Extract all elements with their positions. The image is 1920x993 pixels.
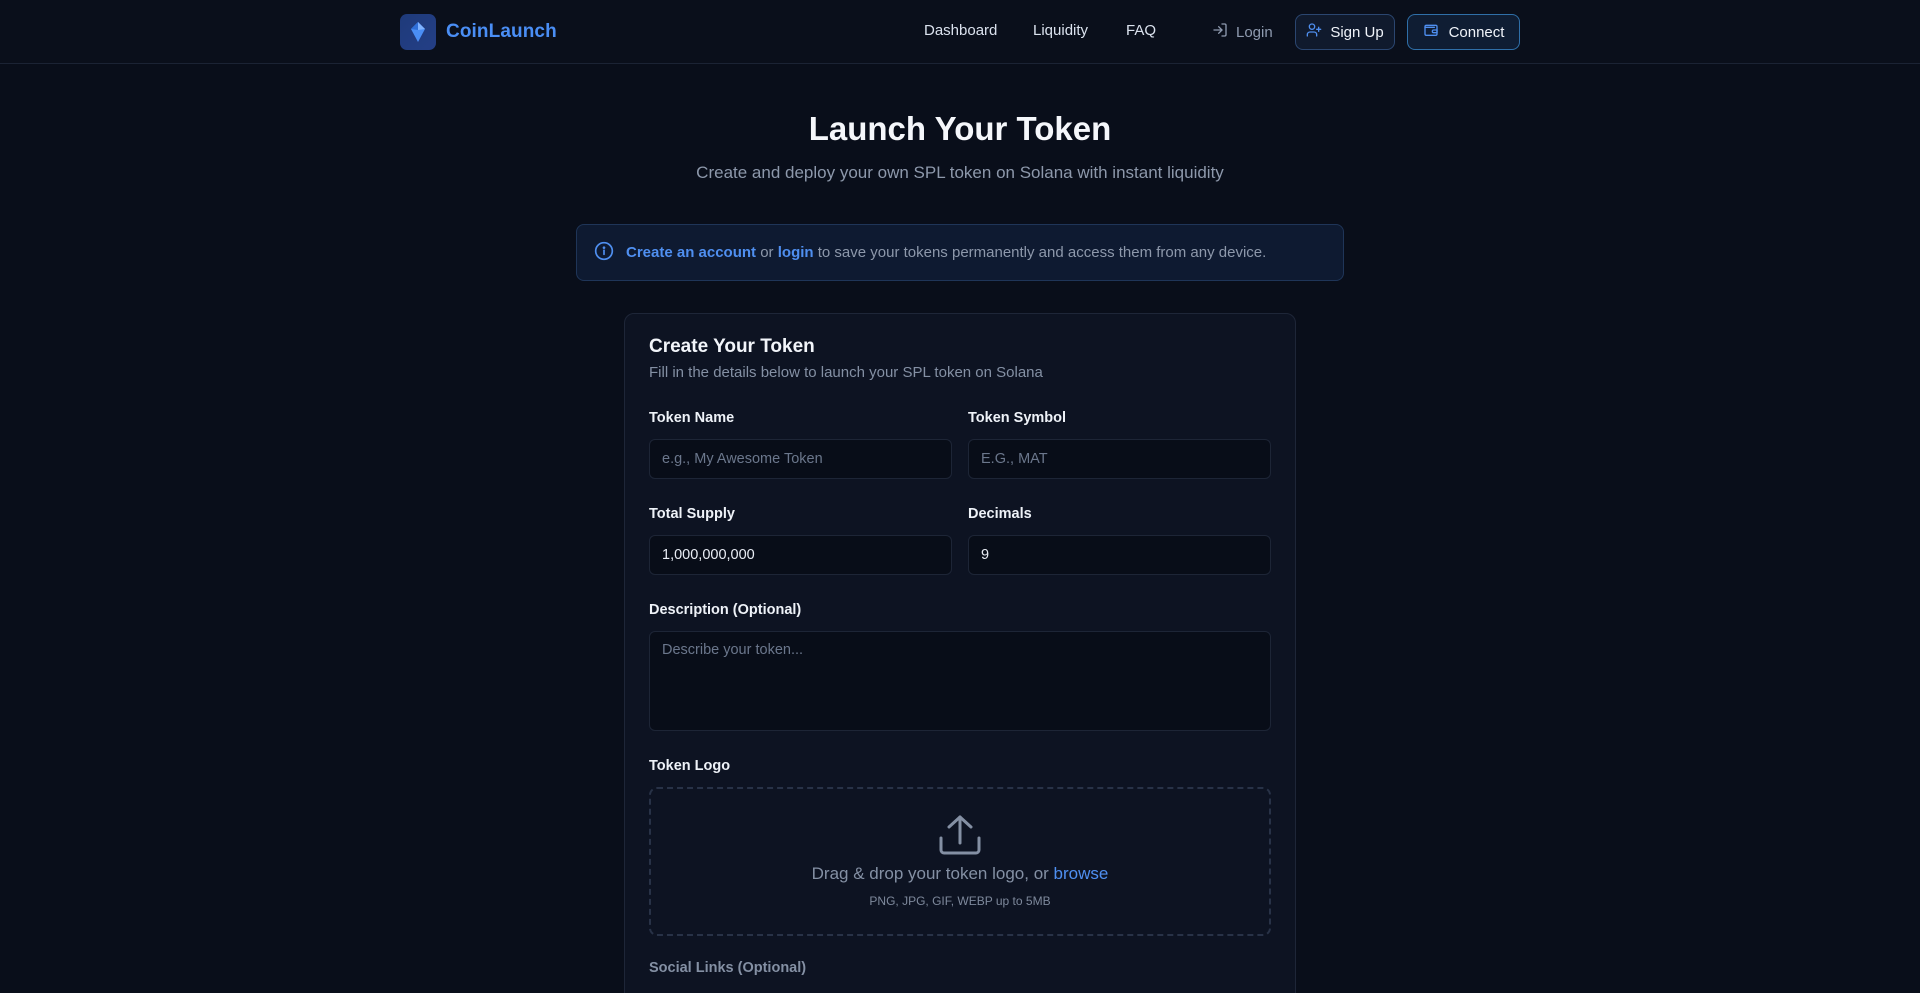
diamond-logo-icon — [400, 14, 436, 50]
notice-text: Create an account or login to save your … — [626, 244, 1266, 261]
connect-wallet-button[interactable]: Connect — [1407, 14, 1520, 50]
top-header: CoinLaunch Dashboard Liquidity FAQ Login… — [0, 0, 1920, 64]
notice-or: or — [760, 244, 774, 261]
token-symbol-input[interactable] — [968, 439, 1271, 479]
description-label: Description (Optional) — [649, 602, 802, 618]
description-textarea[interactable] — [649, 631, 1271, 731]
sign-up-label: Sign Up — [1330, 23, 1384, 41]
login-icon — [1212, 22, 1228, 42]
notice-rest: to save your tokens permanently and acce… — [817, 244, 1267, 261]
info-icon — [594, 241, 614, 265]
social-links-label: Social Links (Optional) — [649, 960, 807, 976]
decimals-input[interactable] — [968, 535, 1271, 575]
decimals-label: Decimals — [968, 506, 1032, 522]
dropzone-hint: PNG, JPG, GIF, WEBP up to 5MB — [869, 894, 1051, 908]
brand-name: CoinLaunch — [446, 21, 557, 42]
account-notice: Create an account or login to save your … — [576, 224, 1344, 281]
page-subtitle: Create and deploy your own SPL token on … — [696, 163, 1224, 182]
token-symbol-label: Token Symbol — [968, 410, 1067, 426]
dropzone-instruction: Drag & drop your token logo, or — [811, 864, 1049, 883]
create-account-link[interactable]: Create an account — [626, 244, 756, 261]
total-supply-input[interactable] — [649, 535, 952, 575]
nav-faq[interactable]: FAQ — [1126, 22, 1156, 39]
card-title: Create Your Token — [649, 336, 815, 357]
login-link[interactable]: login — [778, 244, 814, 261]
total-supply-label: Total Supply — [649, 506, 735, 522]
login-label: Login — [1236, 23, 1273, 41]
user-plus-icon — [1306, 22, 1322, 42]
logo-dropzone[interactable]: Drag & drop your token logo, or browse P… — [649, 787, 1271, 936]
create-token-card: Create Your Token Fill in the details be… — [624, 313, 1296, 993]
login-button[interactable]: Login — [1212, 22, 1273, 42]
token-logo-label: Token Logo — [649, 758, 731, 774]
token-name-input[interactable] — [649, 439, 952, 479]
dropzone-text: Drag & drop your token logo, or browse — [651, 864, 1269, 884]
wallet-icon — [1423, 22, 1439, 42]
browse-link[interactable]: browse — [1054, 864, 1109, 883]
sign-up-button[interactable]: Sign Up — [1295, 14, 1395, 50]
nav-dashboard[interactable]: Dashboard — [924, 22, 997, 39]
nav-liquidity[interactable]: Liquidity — [1033, 22, 1088, 39]
page-title: Launch Your Token — [808, 110, 1112, 147]
connect-label: Connect — [1448, 23, 1505, 41]
upload-icon — [937, 814, 983, 861]
token-name-label: Token Name — [649, 410, 735, 426]
brand[interactable]: CoinLaunch — [400, 14, 557, 50]
card-subtitle: Fill in the details below to launch your… — [649, 364, 1043, 381]
